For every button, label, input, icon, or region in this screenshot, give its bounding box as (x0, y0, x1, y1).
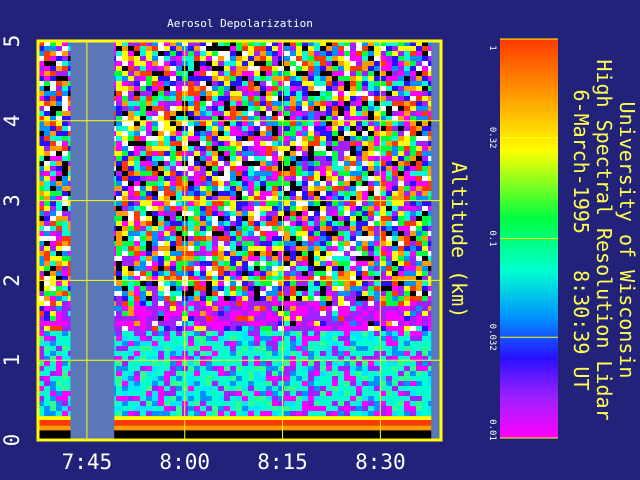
colorbar-tick-label: 0.01 (487, 419, 497, 441)
x-axis-ticks: 7:45 8:00 8:15 8:30 (62, 450, 406, 474)
y-axis-label: Altitude (km) (447, 162, 471, 319)
data-gap (70, 41, 115, 440)
y-tick-label: 4 (0, 114, 24, 127)
colorbar: 1 0.32 0.1 0.032 0.01 (487, 38, 558, 441)
y-tick-label: 3 (0, 194, 24, 207)
side-titles: University of Wisconsin High Spectral Re… (569, 59, 639, 420)
y-tick-label: 2 (0, 274, 24, 287)
y-tick-label: 1 (0, 354, 24, 367)
colorbar-tick-label: 0.032 (487, 324, 497, 351)
y-axis-ticks: 0 1 2 3 4 5 (0, 35, 24, 447)
instrument-title: High Spectral Resolution Lidar (592, 59, 616, 420)
colorbar-tick-label: 0.32 (487, 127, 497, 149)
y-tick-label: 0 (0, 434, 24, 447)
colorbar-tick-label: 0.1 (487, 230, 497, 246)
colorbar-tick-labels: 1 0.32 0.1 0.032 0.01 (487, 45, 497, 441)
date-time-title: 6-March-1995 8:30:39 UT (569, 89, 593, 390)
institution-title: University of Wisconsin (615, 102, 639, 379)
aerosol-depolarization-chart: Aerosol Depolarization 0 1 2 3 4 5 7:45 8:00 8:… (0, 17, 639, 474)
colorbar-tick-label: 1 (487, 45, 497, 50)
x-tick-label: 8:15 (257, 450, 308, 474)
x-tick-label: 8:30 (355, 450, 406, 474)
x-tick-label: 8:00 (159, 450, 210, 474)
x-tick-label: 7:45 (62, 450, 113, 474)
y-tick-label: 5 (0, 35, 24, 48)
plot-area (36, 39, 443, 442)
chart-title: Aerosol Depolarization (167, 17, 313, 30)
